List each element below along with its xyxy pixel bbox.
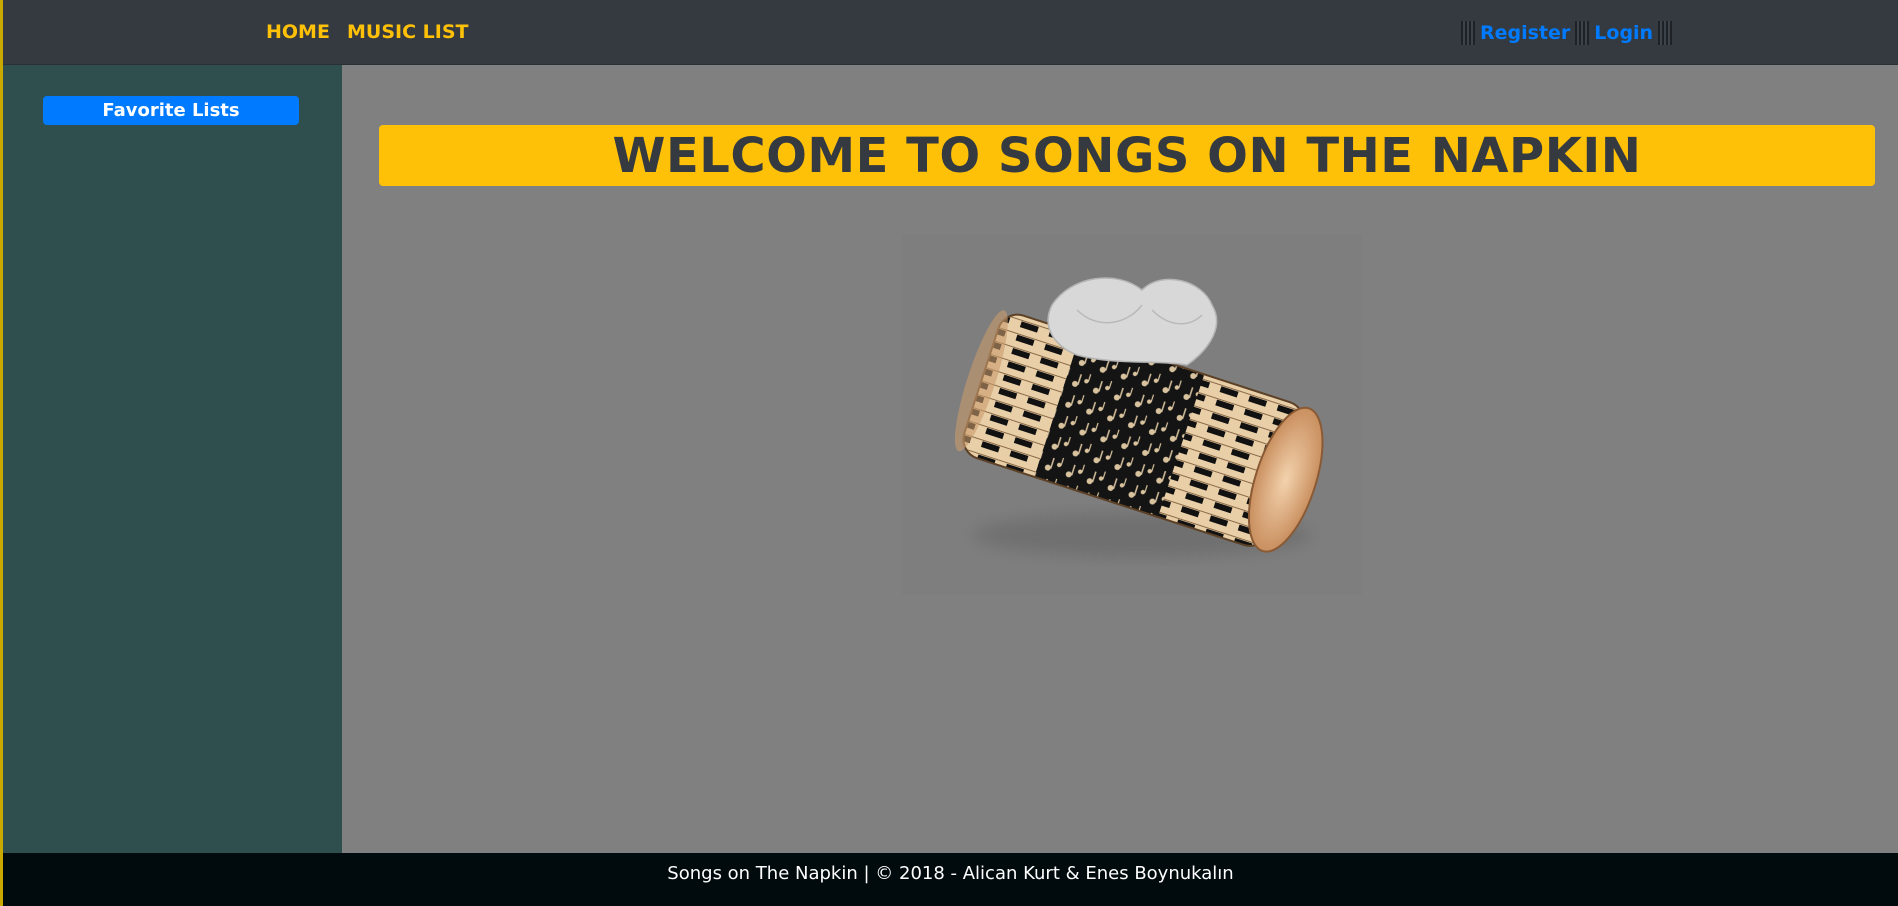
sidebar: Favorite Lists (3, 65, 342, 853)
welcome-banner: WELCOME TO SONGS ON THE NAPKIN (379, 125, 1875, 186)
footer: Songs on The Napkin | © 2018 - Alican Ku… (3, 853, 1898, 906)
tissue-box-image (902, 235, 1362, 595)
register-link[interactable]: Register (1475, 22, 1575, 44)
auth-links: Register Login (1461, 18, 1673, 48)
nav-music-list-link[interactable]: MUSIC LIST (347, 21, 468, 43)
page: HOME MUSIC LIST Register Login Favorite … (0, 0, 1898, 906)
top-navbar: HOME MUSIC LIST Register Login (3, 0, 1898, 65)
main-content: WELCOME TO SONGS ON THE NAPKIN (342, 65, 1898, 853)
footer-copyright: Songs on The Napkin | © 2018 - Alican Ku… (667, 863, 1234, 884)
favorite-lists-button[interactable]: Favorite Lists (43, 96, 299, 125)
page-title: WELCOME TO SONGS ON THE NAPKIN (612, 127, 1642, 184)
divider-bars-icon (1575, 21, 1590, 45)
divider-bars-icon (1461, 21, 1475, 45)
divider-bars-icon (1658, 21, 1673, 45)
login-link[interactable]: Login (1589, 22, 1658, 44)
nav-home-link[interactable]: HOME (266, 21, 330, 43)
